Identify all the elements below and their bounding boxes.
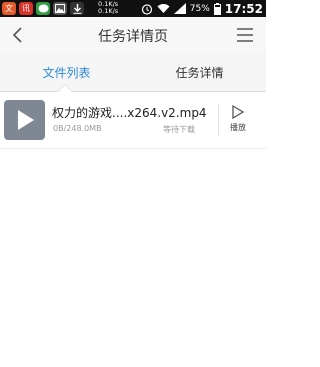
file-list-item[interactable]: 权力的游戏....x264.v2.mp4 0B/248.0MB 等待下载 播放 <box>0 92 266 149</box>
wechat-icon <box>36 2 50 15</box>
battery-percent: 75% <box>189 3 210 14</box>
action-divider <box>218 104 219 136</box>
alarm-icon <box>141 3 152 15</box>
page-title: 任务详情页 <box>98 29 168 45</box>
download-status: 等待下载 <box>163 125 195 134</box>
signal-icon <box>173 3 186 14</box>
clock: 17:52 <box>224 1 263 16</box>
network-speed: 0.1K/s 0.1K/s <box>98 1 118 15</box>
tab-task-details[interactable]: 任务详情 <box>133 53 266 91</box>
wifi-icon <box>157 4 170 13</box>
status-bar: 文 讯 0.1K/s 0.1K/s 75% 17:52 <box>0 0 266 17</box>
image-icon <box>53 2 67 15</box>
app-icon-label: 文 <box>5 4 13 13</box>
app-icon-label: 讯 <box>22 4 30 13</box>
app-notification-icon: 讯 <box>19 2 33 15</box>
menu-button[interactable] <box>234 24 256 46</box>
play-icon <box>232 105 245 119</box>
active-tab-indicator <box>58 85 72 92</box>
tab-label: 任务详情 <box>175 65 224 80</box>
file-name: 权力的游戏....x264.v2.mp4 <box>52 106 207 120</box>
video-thumbnail <box>4 100 45 140</box>
download-icon <box>70 2 84 15</box>
status-indicators: 75% 17:52 <box>141 0 263 17</box>
notification-icons: 文 讯 <box>2 2 84 15</box>
title-bar: 任务详情页 <box>0 17 266 53</box>
upload-speed: 0.1K/s <box>98 7 119 15</box>
hamburger-menu-icon <box>237 28 253 42</box>
tab-label: 文件列表 <box>42 65 91 80</box>
battery-icon <box>213 2 221 15</box>
app-notification-icon: 文 <box>2 2 16 15</box>
play-label: 播放 <box>230 123 246 132</box>
video-play-icon <box>18 110 34 130</box>
file-size: 0B/248.0MB <box>53 124 102 133</box>
play-button[interactable]: 播放 <box>222 104 254 138</box>
tab-bar: 文件列表 任务详情 <box>0 53 266 92</box>
